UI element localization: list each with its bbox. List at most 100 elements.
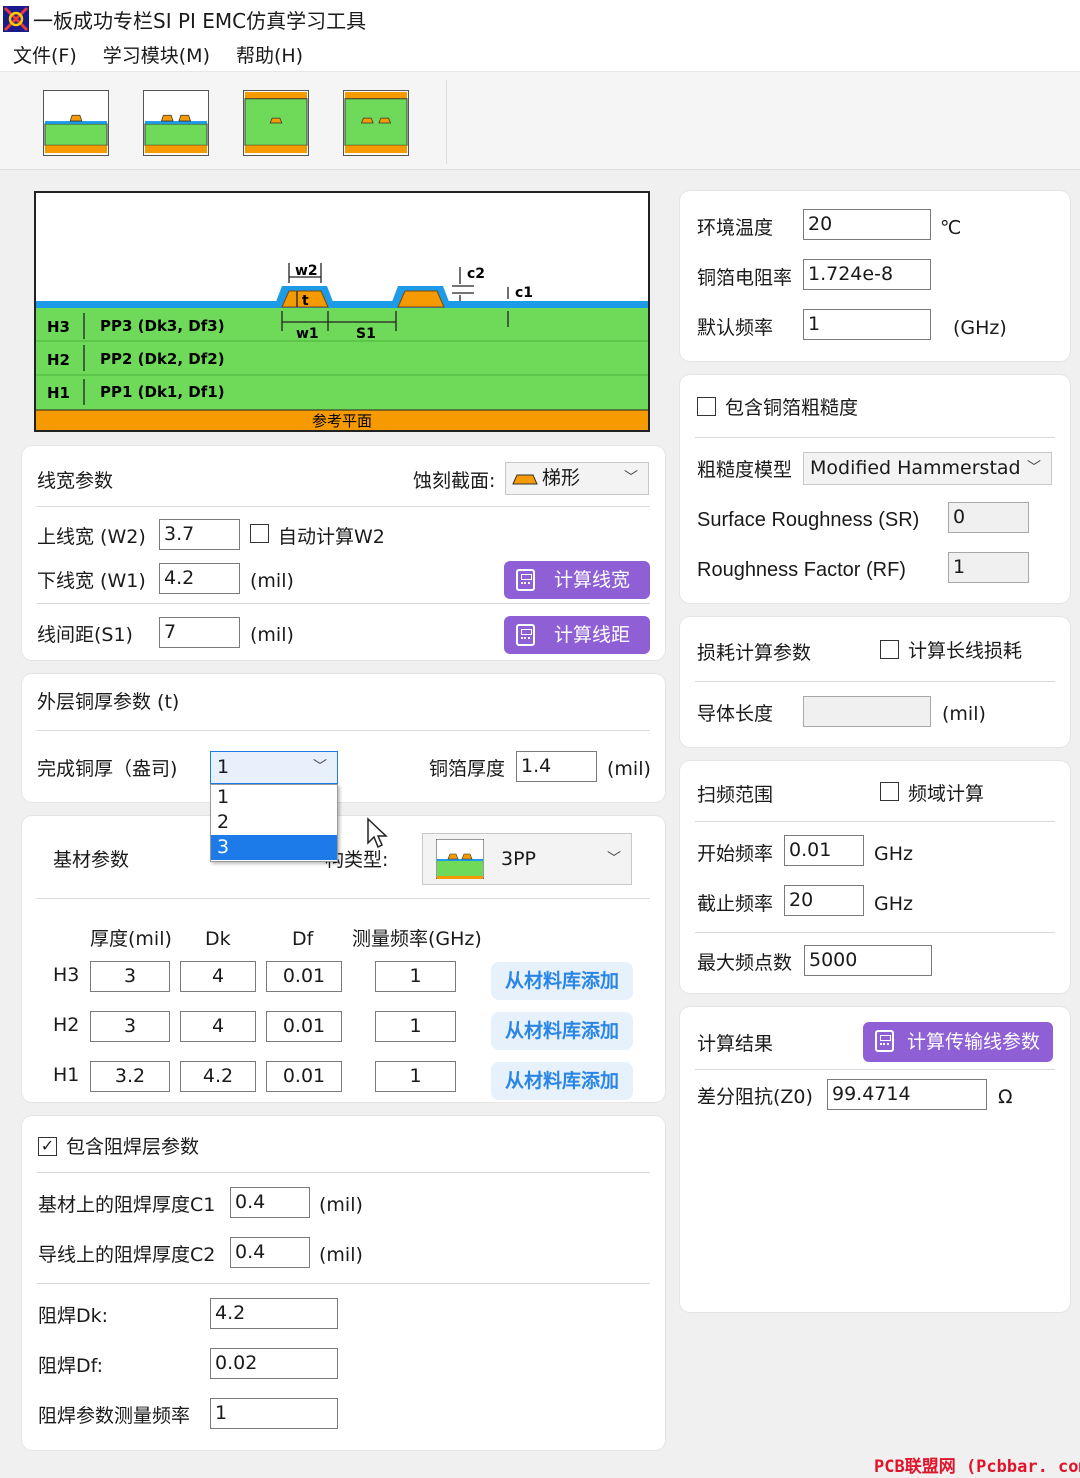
conductor-length-input[interactable] bbox=[803, 696, 931, 727]
w2-input[interactable]: 3.7 bbox=[159, 519, 240, 550]
long-line-loss-label: 计算长线损耗 bbox=[908, 640, 1023, 662]
h3-df-input[interactable]: 0.01 bbox=[266, 961, 342, 992]
auto-w2-label: 自动计算W2 bbox=[278, 526, 385, 548]
h2-freq-input[interactable]: 1 bbox=[375, 1011, 456, 1042]
etch-section-label: 蚀刻截面: bbox=[413, 470, 496, 492]
long-line-loss-checkbox[interactable] bbox=[880, 640, 899, 659]
resistivity-input[interactable]: 1.724e-8 bbox=[803, 259, 931, 290]
include-solder-mask-checkbox[interactable]: ✓ bbox=[38, 1137, 57, 1156]
label-c1: c1 bbox=[515, 285, 533, 301]
h1-add-from-library-button[interactable]: 从材料库添加 bbox=[491, 1062, 633, 1100]
chevron-down-icon: ﹀ bbox=[313, 759, 327, 775]
mask-df-input[interactable]: 0.02 bbox=[210, 1348, 338, 1379]
dropdown-option-2[interactable]: 2 bbox=[211, 810, 337, 835]
dropdown-option-1[interactable]: 1 bbox=[211, 785, 337, 810]
roughness-model-label: 粗糙度模型 bbox=[697, 459, 793, 481]
trapezoid-icon bbox=[512, 474, 538, 484]
h2-df-input[interactable]: 0.01 bbox=[266, 1011, 342, 1042]
divider bbox=[695, 681, 1055, 682]
microstrip-single-icon[interactable] bbox=[43, 90, 109, 156]
default-freq-label: 默认频率 bbox=[697, 317, 774, 339]
menu-help[interactable]: 帮助(H) bbox=[236, 41, 303, 68]
h1-df-input[interactable]: 0.01 bbox=[266, 1061, 342, 1092]
col-thickness: 厚度(mil) bbox=[90, 928, 172, 950]
h2-thickness-input[interactable]: 3 bbox=[90, 1011, 170, 1042]
start-freq-unit: GHz bbox=[874, 843, 913, 865]
mask-freq-input[interactable]: 1 bbox=[210, 1398, 338, 1429]
h2-add-from-library-button[interactable]: 从材料库添加 bbox=[491, 1012, 633, 1050]
temp-input[interactable]: 20 bbox=[803, 209, 931, 240]
calc-spacing-button[interactable]: 计算线距 bbox=[504, 616, 650, 654]
window-title: 一板成功专栏SI PI EMC仿真学习工具 bbox=[33, 8, 367, 33]
label-c2: c2 bbox=[467, 266, 485, 282]
rf-input[interactable]: 1 bbox=[948, 552, 1029, 583]
s1-unit: (mil) bbox=[250, 624, 294, 646]
finish-copper-select[interactable]: 1 ﹀ bbox=[210, 751, 338, 784]
stripline-single-icon[interactable] bbox=[243, 90, 309, 156]
freq-domain-label: 频域计算 bbox=[908, 783, 985, 805]
layer-h3-name: PP3 (Dk3, Df3) bbox=[100, 317, 225, 335]
environment-panel: 环境温度 20 ℃ 铜箔电阻率 1.724e-8 默认频率 1 (GHz) bbox=[680, 191, 1070, 361]
structure-type-select[interactable]: 3PP ﹀ bbox=[422, 833, 632, 885]
dropdown-option-3[interactable]: 3 bbox=[211, 835, 337, 860]
mask-dk-input[interactable]: 4.2 bbox=[210, 1298, 338, 1329]
h2-dk-input[interactable]: 4 bbox=[180, 1011, 256, 1042]
h3-dk-input[interactable]: 4 bbox=[180, 961, 256, 992]
row-h2-layer: H2 bbox=[53, 1014, 80, 1036]
label-w1: w1 bbox=[296, 326, 319, 342]
default-freq-unit: (GHz) bbox=[953, 317, 1007, 339]
stop-freq-label: 截止频率 bbox=[697, 893, 774, 915]
3pp-stackup-icon bbox=[436, 839, 484, 879]
c1-input[interactable]: 0.4 bbox=[230, 1187, 310, 1218]
etch-section-select[interactable]: 梯形 ﹀ bbox=[505, 462, 649, 495]
freq-domain-checkbox[interactable] bbox=[880, 782, 899, 801]
solder-mask-panel: ✓ 包含阻焊层参数 基材上的阻焊厚度C1 0.4 (mil) 导线上的阻焊厚度C… bbox=[22, 1116, 665, 1450]
app-logo-icon bbox=[3, 6, 29, 32]
sr-label: Surface Roughness (SR) bbox=[697, 509, 920, 531]
h1-thickness-input[interactable]: 3.2 bbox=[90, 1061, 170, 1092]
conductor-length-unit: (mil) bbox=[942, 703, 986, 725]
menu-learning-modules[interactable]: 学习模块(M) bbox=[103, 41, 210, 68]
calc-transmission-line-button[interactable]: 计算传输线参数 bbox=[863, 1022, 1053, 1062]
loss-panel: 损耗计算参数 计算长线损耗 导体长度 (mil) bbox=[680, 617, 1070, 747]
h1-freq-input[interactable]: 1 bbox=[375, 1061, 456, 1092]
stripline-diff-icon[interactable] bbox=[343, 90, 409, 156]
divider bbox=[37, 898, 650, 899]
loss-title: 损耗计算参数 bbox=[697, 642, 812, 664]
start-freq-input[interactable]: 0.01 bbox=[784, 835, 864, 866]
calculator-icon bbox=[516, 569, 535, 591]
microstrip-diff-icon[interactable] bbox=[143, 90, 209, 156]
line-width-title: 线宽参数 bbox=[37, 470, 114, 492]
roughness-model-select[interactable]: Modified Hammerstad ﹀ bbox=[803, 452, 1052, 485]
sr-input[interactable]: 0 bbox=[948, 502, 1029, 533]
h3-freq-input[interactable]: 1 bbox=[375, 961, 456, 992]
divider bbox=[695, 437, 1055, 438]
c2-input[interactable]: 0.4 bbox=[230, 1237, 310, 1268]
mask-dk-label: 阻焊Dk: bbox=[38, 1305, 109, 1327]
label-w2: w2 bbox=[295, 263, 318, 279]
auto-w2-checkbox[interactable] bbox=[250, 524, 269, 543]
calc-width-button[interactable]: 计算线宽 bbox=[504, 561, 650, 599]
stackup-diagram: w2 t c2 c1 w1 S1 H3 PP3 (Dk3, Df3) H2 PP… bbox=[34, 191, 650, 432]
reference-plane-label: 参考平面 bbox=[312, 412, 372, 430]
include-roughness-checkbox[interactable] bbox=[697, 397, 716, 416]
layer-h1-id: H1 bbox=[47, 384, 70, 402]
temp-label: 环境温度 bbox=[697, 217, 774, 239]
foil-thickness-input[interactable]: 1.4 bbox=[516, 751, 597, 782]
sweep-title: 扫频范围 bbox=[697, 784, 774, 806]
max-points-input[interactable]: 5000 bbox=[804, 945, 932, 976]
z0-output: 99.4714 bbox=[827, 1079, 987, 1110]
h3-thickness-input[interactable]: 3 bbox=[90, 961, 170, 992]
w1-input[interactable]: 4.2 bbox=[159, 563, 240, 594]
col-dk: Dk bbox=[205, 928, 231, 950]
menu-file[interactable]: 文件(F) bbox=[13, 41, 77, 68]
structure-type-value: 3PP bbox=[501, 848, 537, 870]
default-freq-input[interactable]: 1 bbox=[803, 309, 931, 340]
layer-h1-name: PP1 (Dk1, Df1) bbox=[100, 383, 225, 401]
stop-freq-input[interactable]: 20 bbox=[784, 885, 864, 916]
h3-add-from-library-button[interactable]: 从材料库添加 bbox=[491, 962, 633, 1000]
h1-dk-input[interactable]: 4.2 bbox=[180, 1061, 256, 1092]
w1-label: 下线宽 (W1) bbox=[37, 570, 146, 592]
etch-section-value: 梯形 bbox=[542, 467, 581, 489]
s1-input[interactable]: 7 bbox=[159, 617, 240, 648]
